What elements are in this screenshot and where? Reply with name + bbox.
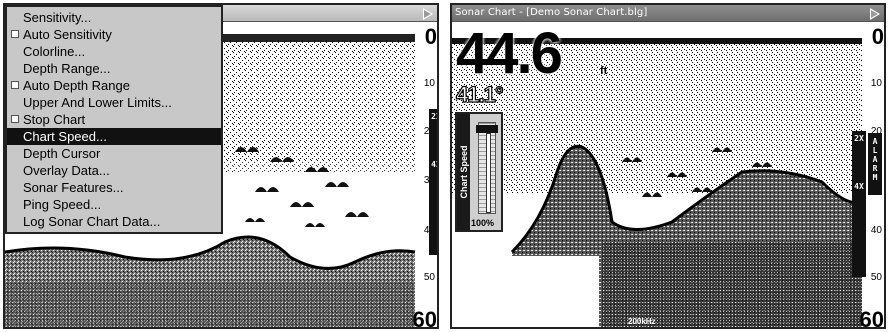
depth-tick: 0 bbox=[871, 24, 884, 49]
alarm-letter: M bbox=[872, 173, 878, 182]
chart-speed-fill bbox=[486, 133, 491, 213]
menu-item[interactable]: Auto Sensitivity bbox=[7, 26, 221, 43]
menu-item[interactable]: Sonar Features... bbox=[7, 179, 221, 196]
chart-speed-value: 100% bbox=[471, 218, 495, 228]
checkbox-icon[interactable] bbox=[11, 115, 19, 123]
right-window-title: Sonar Chart - [Demo Sonar Chart.blg] bbox=[455, 7, 648, 18]
checkbox-icon[interactable] bbox=[11, 81, 19, 89]
depth-tick: 40 bbox=[870, 225, 882, 236]
chart-speed-thumb[interactable] bbox=[476, 125, 498, 133]
alarm-letter: L bbox=[872, 146, 878, 155]
menu-item[interactable]: Depth Cursor bbox=[7, 145, 221, 162]
menu-item[interactable]: Colorline... bbox=[7, 43, 221, 60]
menu-item[interactable]: Ping Speed... bbox=[7, 196, 221, 213]
menu-item-label: Colorline... bbox=[23, 44, 86, 59]
alarm-letter: R bbox=[872, 164, 878, 173]
menu-item-label: Depth Cursor bbox=[23, 146, 101, 161]
depth-tick: 10 bbox=[870, 78, 882, 89]
menu-item-label: Ping Speed... bbox=[23, 197, 102, 212]
blank-overlay-area bbox=[452, 256, 599, 327]
zoom-label-2x: 2X bbox=[854, 134, 864, 143]
menu-item-label: Depth Range... bbox=[23, 61, 111, 76]
chart-speed-widget: Chart Speed 100% bbox=[455, 112, 503, 232]
depth-tick: 0 bbox=[424, 24, 437, 49]
chart-speed-label-bar: Chart Speed bbox=[457, 114, 470, 230]
menu-item-label: Upper And Lower Limits... bbox=[23, 95, 172, 110]
zoom-label-2x: 2X bbox=[431, 112, 437, 121]
menu-item[interactable]: Stop Chart bbox=[7, 111, 221, 128]
frequency-label: 200kHz bbox=[628, 317, 656, 326]
temperature-readout: 41.1° bbox=[455, 81, 504, 107]
depth-tick: 60 bbox=[412, 307, 437, 329]
zoom-label-4x: 4X bbox=[431, 160, 437, 169]
menu-item-label: Chart Speed... bbox=[23, 129, 107, 144]
depth-tick: 50 bbox=[870, 272, 882, 283]
collapse-triangle-icon[interactable] bbox=[423, 8, 433, 20]
menu-item-label: Log Sonar Chart Data... bbox=[23, 214, 161, 229]
menu-item[interactable]: Upper And Lower Limits... bbox=[7, 94, 221, 111]
menu-item[interactable]: Log Sonar Chart Data... bbox=[7, 213, 221, 230]
menu-item-label: Overlay Data... bbox=[23, 163, 110, 178]
menu-item-label: Sonar Features... bbox=[23, 180, 124, 195]
right-title-bar[interactable]: Sonar Chart - [Demo Sonar Chart.blg] bbox=[452, 5, 884, 22]
chart-speed-label: Chart Speed bbox=[458, 145, 469, 199]
menu-item-label: Sensitivity... bbox=[23, 10, 92, 25]
chart-speed-slider[interactable] bbox=[476, 122, 498, 214]
depth-tick: 10 bbox=[423, 78, 435, 89]
alarm-letter: A bbox=[872, 155, 878, 164]
depth-tick: 50 bbox=[423, 272, 435, 283]
depth-readout: 44.6 bbox=[456, 21, 563, 86]
sonar-context-menu: Sensitivity... Auto Sensitivity Colorline.… bbox=[5, 5, 223, 234]
menu-item[interactable]: Chart Speed... bbox=[7, 128, 221, 145]
menu-item[interactable]: Overlay Data... bbox=[7, 162, 221, 179]
menu-item[interactable]: Depth Range... bbox=[7, 60, 221, 77]
zoom-label-4x: 4X bbox=[854, 182, 864, 191]
depth-tick: 60 bbox=[859, 307, 884, 329]
depth-unit: ft bbox=[600, 65, 608, 77]
checkbox-icon[interactable] bbox=[11, 30, 19, 38]
menu-item-label: Stop Chart bbox=[23, 112, 86, 127]
alarm-letter: A bbox=[872, 137, 878, 146]
right-sonar-window: Sonar Chart - [Demo Sonar Chart.blg] 44.… bbox=[450, 3, 886, 329]
right-zoom-bar[interactable]: 2X 4X bbox=[852, 131, 866, 277]
menu-item[interactable]: Auto Depth Range bbox=[7, 77, 221, 94]
menu-item-label: Auto Sensitivity bbox=[23, 27, 112, 42]
left-zoom-bar[interactable]: 2X 4X bbox=[429, 109, 437, 255]
alarm-indicator[interactable]: A L A R M bbox=[868, 133, 882, 195]
collapse-triangle-icon[interactable] bbox=[870, 8, 880, 20]
menu-item[interactable]: Sensitivity... bbox=[7, 9, 221, 26]
menu-item-label: Auto Depth Range bbox=[23, 78, 130, 93]
